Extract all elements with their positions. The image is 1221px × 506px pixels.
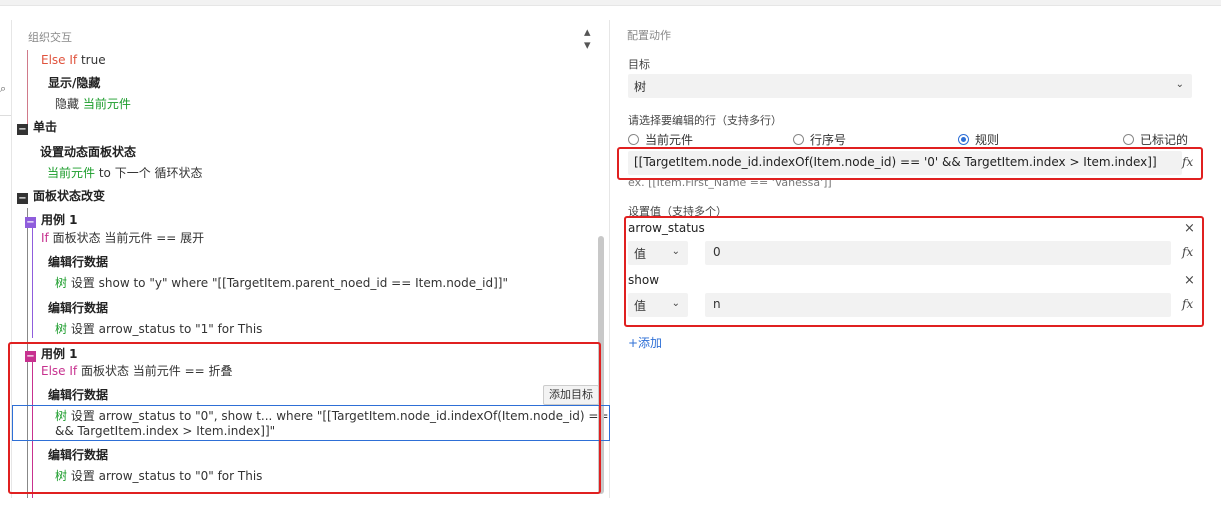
left-toolbar-strip: ⌕: [0, 20, 12, 498]
radio-current-element[interactable]: 当前元件: [628, 131, 693, 148]
tree-guide-line: [32, 228, 33, 338]
add-target-button[interactable]: 添加目标: [543, 385, 599, 405]
divider: [0, 115, 11, 116]
tree-row-case-1[interactable]: − 用例 1: [25, 212, 78, 228]
top-border: [0, 0, 1221, 6]
value-type-select[interactable]: 值 ⌄: [628, 241, 688, 265]
chevron-down-icon: ⌄: [671, 246, 680, 257]
radio-icon: [1123, 134, 1134, 145]
tree-row-current-next[interactable]: 当前元件 to 下一个 循环状态: [47, 165, 203, 181]
tree-row-hide-current[interactable]: 隐藏 当前元件: [55, 96, 131, 112]
collapse-icon[interactable]: −: [25, 217, 36, 228]
interaction-tree-panel: 组织交互 ▴ ▾ Else If true 显示/隐藏 隐藏 当前元件 − 单击 设…: [8, 20, 627, 498]
tree-row-else-if-true[interactable]: Else If true: [41, 52, 106, 68]
fx-icon[interactable]: fx: [1182, 297, 1193, 311]
close-icon[interactable]: ×: [1184, 222, 1195, 235]
chevron-down-icon: ⌄: [1175, 79, 1184, 90]
collapse-icon[interactable]: −: [17, 124, 28, 135]
rows-label: 请选择要编辑的行（支持多行）: [628, 114, 782, 127]
tree-row-else-if-collapse[interactable]: Else If 面板状态 当前元件 == 折叠: [41, 363, 233, 379]
collapse-icon[interactable]: −: [25, 351, 36, 362]
tree-row-panel-state-changed[interactable]: − 面板状态改变: [17, 188, 105, 204]
tree-row-click-event[interactable]: − 单击: [17, 119, 57, 135]
tree-row-case-1-collapse[interactable]: − 用例 1: [25, 346, 78, 362]
tree-row-action[interactable]: 树 设置 arrow_status to "1" for This: [55, 321, 262, 337]
target-label: 目标: [628, 58, 650, 71]
column-name: arrow_status: [628, 221, 705, 235]
tree-row-if-expand[interactable]: If 面板状态 当前元件 == 展开: [41, 230, 204, 246]
set-values-label: 设置值（支持多个）: [628, 205, 727, 218]
tree-row-set-panel-state[interactable]: 设置动态面板状态: [40, 144, 136, 160]
tree-row-edit-row-data[interactable]: 编辑行数据: [48, 387, 108, 403]
scrollbar[interactable]: [598, 236, 604, 494]
fx-icon[interactable]: fx: [1182, 245, 1193, 259]
tree-row-edit-row-data[interactable]: 编辑行数据: [48, 447, 108, 463]
panel-title: 组织交互: [28, 31, 72, 44]
configure-action-panel: 配置动作 目标 树 ⌄ 请选择要编辑的行（支持多行） 当前元件 行序号 规则 已…: [611, 20, 1210, 498]
tree-guide-line: [27, 50, 28, 128]
example-hint: ex. [[Item.First_Name == 'Vanessa']]: [628, 176, 832, 189]
radio-marked[interactable]: 已标记的: [1123, 131, 1188, 148]
value-input[interactable]: n: [705, 293, 1171, 317]
tree-row-action[interactable]: 树 设置 show to "y" where "[[TargetItem.par…: [55, 275, 508, 291]
search-icon[interactable]: ⌕: [0, 82, 6, 96]
add-value-link[interactable]: +添加: [628, 334, 662, 351]
radio-selected-icon: [958, 134, 969, 145]
radio-icon: [628, 134, 639, 145]
radio-rule[interactable]: 规则: [958, 131, 999, 148]
tree-row-edit-row-data[interactable]: 编辑行数据: [48, 254, 108, 270]
radio-icon: [793, 134, 804, 145]
tree-guide-line: [32, 362, 33, 498]
tree-row-action-continued: && TargetItem.index > Item.index]]": [55, 424, 276, 438]
rule-expression-input[interactable]: [[TargetItem.node_id.indexOf(Item.node_i…: [628, 151, 1182, 175]
radio-row-index[interactable]: 行序号: [793, 131, 846, 148]
tree-row-action[interactable]: 树 设置 arrow_status to "0" for This: [55, 468, 262, 484]
tree-row-edit-row-data[interactable]: 编辑行数据: [48, 300, 108, 316]
close-icon[interactable]: ×: [1184, 274, 1195, 287]
value-type-select[interactable]: 值 ⌄: [628, 293, 688, 317]
chevron-down-icon: ⌄: [671, 298, 680, 309]
value-input[interactable]: 0: [705, 241, 1171, 265]
collapse-icon[interactable]: −: [17, 193, 28, 204]
sort-icon[interactable]: ▴ ▾: [584, 26, 591, 52]
fx-icon[interactable]: fx: [1182, 155, 1193, 169]
tree-row-show-hide[interactable]: 显示/隐藏: [48, 75, 100, 91]
panel-title: 配置动作: [627, 29, 671, 42]
tree-row-action-selected[interactable]: 树 设置 arrow_status to "0", show t... wher…: [55, 408, 627, 424]
column-name: show: [628, 273, 660, 287]
target-select[interactable]: 树 ⌄: [628, 74, 1192, 98]
